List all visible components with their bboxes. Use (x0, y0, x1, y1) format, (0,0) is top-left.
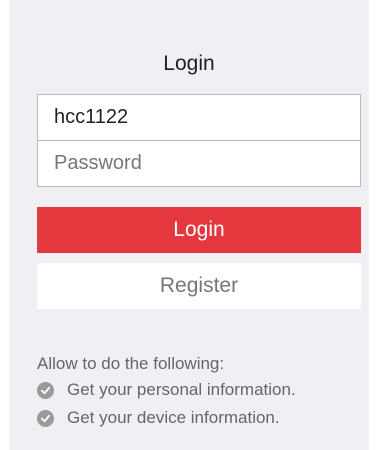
permission-label: Get your personal information. (67, 380, 296, 399)
register-button[interactable]: Register (37, 263, 361, 309)
login-button[interactable]: Login (37, 207, 361, 253)
permissions-title: Allow to do the following: (37, 354, 225, 373)
permission-label: Get your device information. (67, 408, 280, 427)
username-input[interactable] (37, 94, 361, 141)
password-input[interactable] (37, 140, 361, 187)
check-circle-icon (37, 409, 54, 427)
permission-item: Get your personal information. (37, 380, 296, 400)
check-circle-icon (37, 381, 54, 399)
login-title: Login (163, 52, 215, 75)
login-panel: Login Login Register Allow to do the fol… (9, 0, 369, 450)
permission-item: Get your device information. (37, 408, 280, 428)
